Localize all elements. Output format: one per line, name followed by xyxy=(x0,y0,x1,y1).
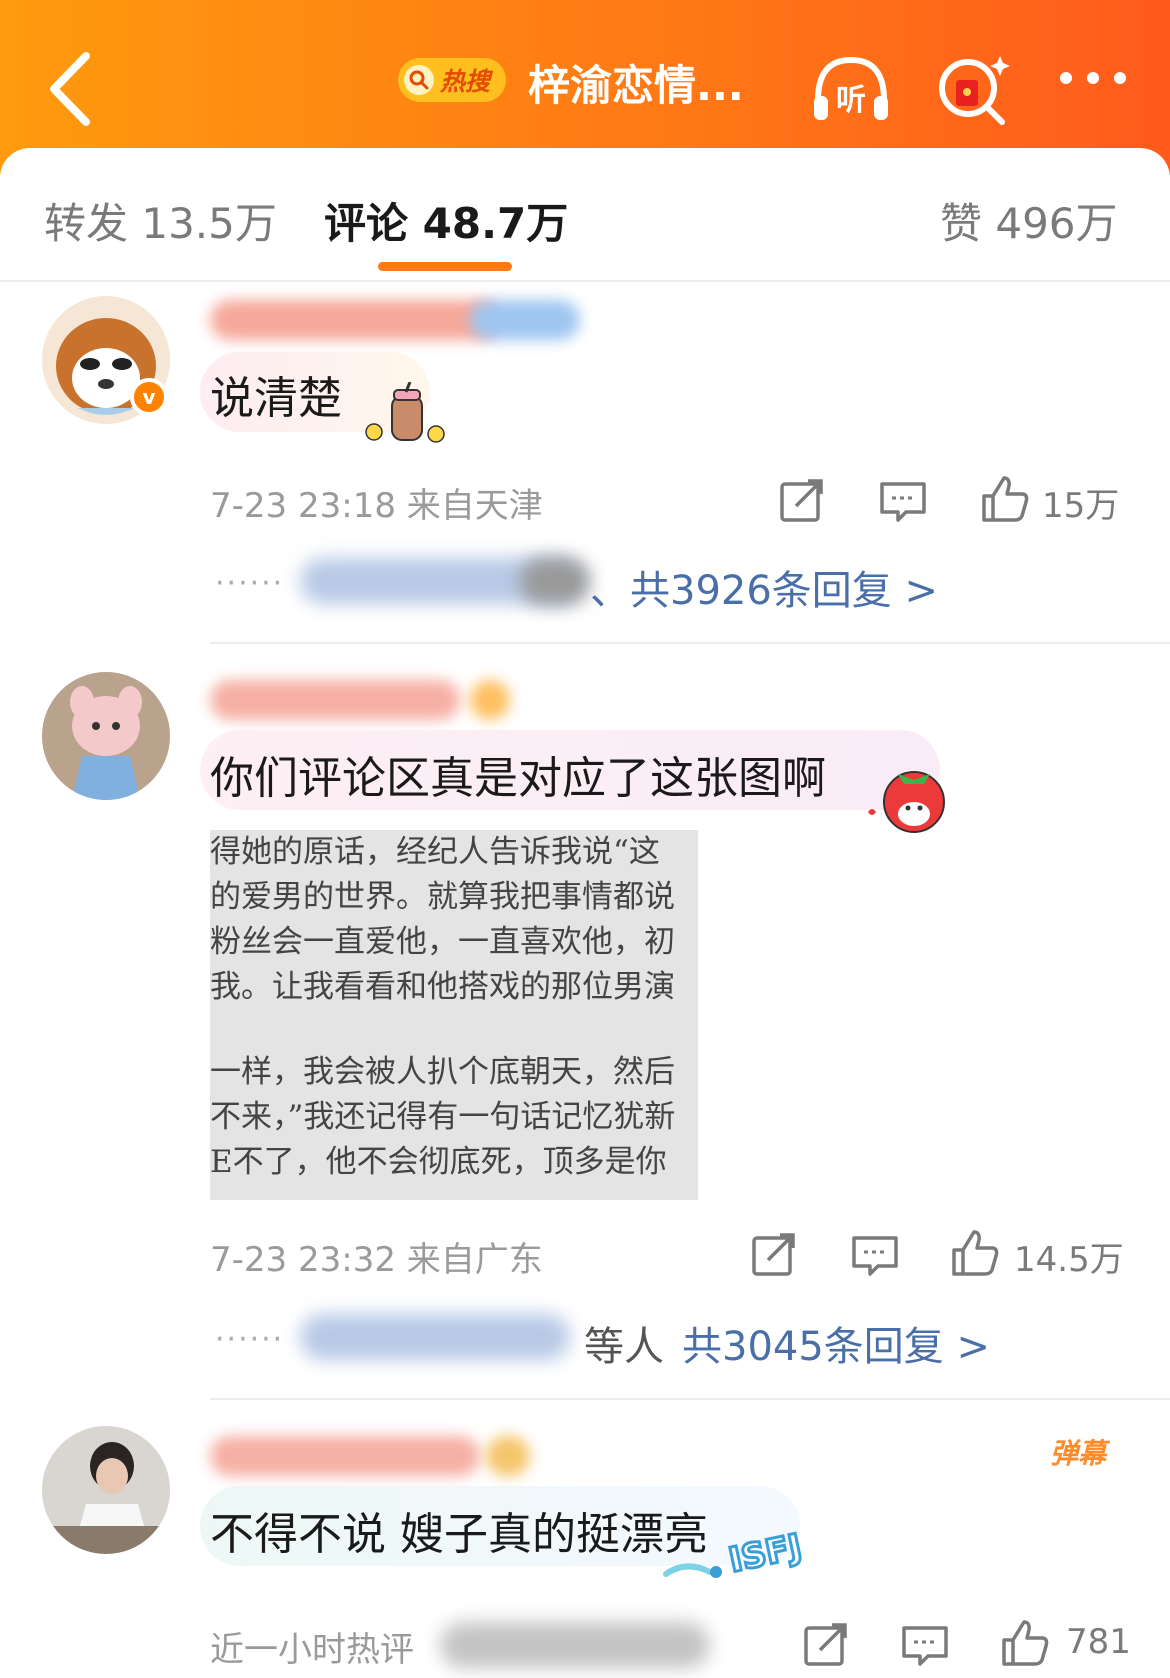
strawberry-sticker-icon xyxy=(862,760,952,840)
reply-icon[interactable] xyxy=(900,1620,950,1670)
quote-line: 的爱男的世界。就算我把事情都说 xyxy=(210,879,675,915)
reply-dots: ······ xyxy=(215,566,285,601)
reply-icon[interactable] xyxy=(878,476,928,526)
quote-line: 不来，”我还记得有一句话记忆犹新 xyxy=(210,1099,676,1135)
like-count: 781 xyxy=(1066,1622,1131,1662)
quote-line: 粉丝会一直爱他，一直喜欢他，初 xyxy=(210,924,675,960)
divider xyxy=(210,1398,1170,1400)
tab-comments[interactable]: 评论 48.7万 xyxy=(324,190,568,251)
avatar[interactable] xyxy=(42,672,170,800)
replier-suffix: 等人 xyxy=(584,1324,664,1370)
hot-search-label: 热搜 xyxy=(440,67,491,96)
search-icon xyxy=(404,65,434,95)
user-badge-blurred xyxy=(486,1436,530,1476)
svg-text:ISFJ: ISFJ xyxy=(725,1527,805,1581)
meta-blurred xyxy=(440,1622,710,1668)
comment-text: 说清楚 xyxy=(210,373,342,424)
listen-button[interactable]: 听 xyxy=(808,50,894,126)
back-icon[interactable] xyxy=(28,44,118,134)
username-blurred[interactable] xyxy=(210,1436,480,1476)
share-icon[interactable] xyxy=(776,476,826,526)
username-blurred[interactable] xyxy=(210,680,460,720)
divider xyxy=(0,280,1170,282)
danmu-label[interactable]: 弹幕 xyxy=(1050,1432,1106,1472)
isfj-sticker-icon: ISFJ xyxy=(660,1520,826,1584)
tab-likes[interactable]: 赞 496万 xyxy=(940,190,1118,251)
user-badge-blurred xyxy=(470,680,510,720)
comment-meta: 7-23 23:32 来自广东 xyxy=(210,1240,543,1280)
comment-text: 不得不说 嫂子真的挺漂亮 xyxy=(210,1509,708,1560)
divider xyxy=(210,642,1170,644)
like-count: 15万 xyxy=(1042,486,1120,526)
like-count: 14.5万 xyxy=(1014,1240,1124,1280)
milk-tea-sticker-icon xyxy=(362,381,452,452)
reply-icon[interactable] xyxy=(850,1230,900,1280)
verified-badge-icon: v xyxy=(130,378,168,416)
replier-names-blurred xyxy=(300,1314,570,1360)
more-icon[interactable] xyxy=(1050,50,1136,126)
reply-dots: ······ xyxy=(215,1322,285,1357)
tab-bar: 转发 13.5万 评论 48.7万 赞 496万 xyxy=(0,150,1170,280)
active-tab-indicator xyxy=(378,262,512,271)
comment-meta: 近一小时热评 xyxy=(210,1630,414,1670)
comment-meta: 7-23 23:18 来自天津 xyxy=(210,486,543,526)
like-icon[interactable] xyxy=(1000,1618,1050,1668)
quote-line xyxy=(210,1010,698,1050)
headphone-icon: 听 xyxy=(814,56,888,120)
quote-line: 我。让我看看和他搭戏的那位男演 xyxy=(210,969,675,1005)
page-title[interactable]: 梓渝恋情... xyxy=(528,52,744,113)
quoted-image[interactable]: 得她的原话，经纪人告诉我说“这 的爱男的世界。就算我把事情都说 粉丝会一直爱他，… xyxy=(210,830,698,1200)
avatar[interactable] xyxy=(42,1426,170,1554)
like-icon[interactable] xyxy=(950,1228,1000,1278)
red-packet-search-icon[interactable] xyxy=(930,50,1016,126)
user-badge-blurred xyxy=(470,300,580,340)
view-replies-link[interactable]: 共3045条回复 > xyxy=(682,1314,990,1372)
share-icon[interactable] xyxy=(748,1230,798,1280)
tab-repost[interactable]: 转发 13.5万 xyxy=(44,190,277,251)
quote-line: 一样，我会被人扒个底朝天，然后 xyxy=(210,1054,675,1090)
like-icon[interactable] xyxy=(980,474,1030,524)
view-replies-link[interactable]: 、共3926条回复 > xyxy=(590,558,938,616)
share-icon[interactable] xyxy=(800,1620,850,1670)
replier-names-blurred xyxy=(520,558,590,604)
quote-line: 得她的原话，经纪人告诉我说“这 xyxy=(210,834,660,870)
username-blurred[interactable] xyxy=(210,300,500,340)
svg-text:听: 听 xyxy=(836,83,866,118)
hot-search-badge[interactable]: 热搜 xyxy=(398,58,506,102)
comment-text: 你们评论区真是对应了这张图啊 xyxy=(210,753,826,804)
quote-line: E不了，他不会彻底死，顶多是你 xyxy=(210,1144,667,1180)
